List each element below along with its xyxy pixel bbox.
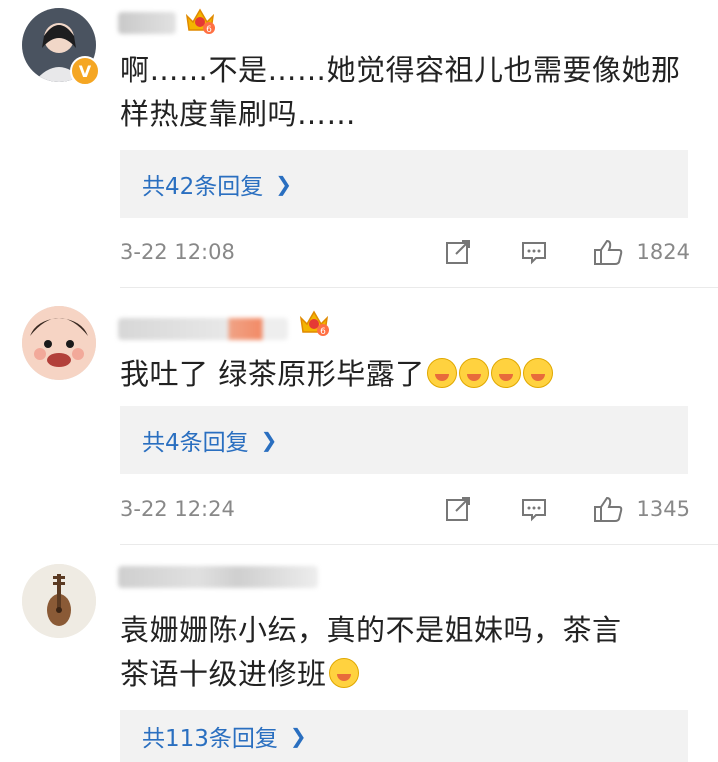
comment-text-line: 我吐了 绿茶原形毕露了 — [120, 357, 425, 391]
username[interactable] — [118, 12, 176, 34]
comment-meta: 3-22 12:08 1824 — [120, 236, 690, 268]
chevron-right-icon: ❯ — [289, 724, 307, 748]
share-icon[interactable] — [444, 238, 472, 266]
comment-text: 啊……不是……她觉得容祖儿也需要像她那 样热度靠刷吗…… — [120, 48, 695, 136]
like-count: 1345 — [636, 497, 690, 521]
timestamp: 3-22 12:08 — [120, 240, 235, 264]
laughing-emoji-icon — [522, 358, 553, 388]
comment-text-span: 茶语十级进修班 — [120, 657, 327, 691]
chevron-right-icon: ❯ — [275, 172, 293, 196]
crown-badge-icon: 6 — [185, 8, 215, 35]
view-replies-button[interactable]: 共4条回复 ❯ — [120, 406, 688, 474]
comment-meta: 3-22 12:24 1345 — [120, 493, 690, 525]
username[interactable] — [118, 566, 318, 588]
chevron-right-icon: ❯ — [260, 428, 278, 452]
username[interactable] — [118, 318, 288, 340]
level-badge: 6 — [206, 25, 212, 35]
comment-text-line: 啊……不是……她觉得容祖儿也需要像她那 — [120, 53, 681, 87]
reply-count-label: 共113条回复 — [142, 726, 278, 752]
reply-count-label: 共4条回复 — [142, 430, 249, 456]
comment-text-line: 样热度靠刷吗…… — [120, 97, 357, 131]
crying-laughing-emoji-icon — [328, 658, 359, 688]
comment-icon[interactable] — [520, 238, 548, 266]
laughing-emoji-icon — [426, 358, 457, 388]
timestamp: 3-22 12:24 — [120, 497, 235, 521]
avatar[interactable] — [22, 306, 96, 380]
crown-badge-icon: 6 — [299, 310, 329, 337]
thumbs-up-icon[interactable] — [592, 495, 624, 523]
share-icon[interactable] — [444, 495, 472, 523]
comment-text-line: 茶语十级进修班 — [120, 652, 695, 696]
comment-text: 袁姗姗陈小纭，真的不是姐妹吗，茶言 茶语十级进修班 — [120, 608, 695, 696]
level-badge: 6 — [320, 327, 326, 337]
comment-icon[interactable] — [520, 495, 548, 523]
divider — [120, 287, 718, 288]
laughing-emoji-icon — [490, 358, 521, 388]
thumbs-up-icon[interactable] — [592, 238, 624, 266]
divider — [120, 544, 718, 545]
view-replies-button[interactable]: 共113条回复 ❯ — [120, 710, 688, 762]
view-replies-button[interactable]: 共42条回复 ❯ — [120, 150, 688, 218]
comment-text-line: 袁姗姗陈小纭，真的不是姐妹吗，茶言 — [120, 613, 622, 647]
reply-count-label: 共42条回复 — [142, 174, 264, 200]
laughing-emoji-icon — [458, 358, 489, 388]
like-count: 1824 — [636, 240, 690, 264]
avatar[interactable] — [22, 564, 96, 638]
comment-text: 我吐了 绿茶原形毕露了 — [120, 352, 695, 396]
verified-badge-icon: V — [70, 56, 100, 86]
